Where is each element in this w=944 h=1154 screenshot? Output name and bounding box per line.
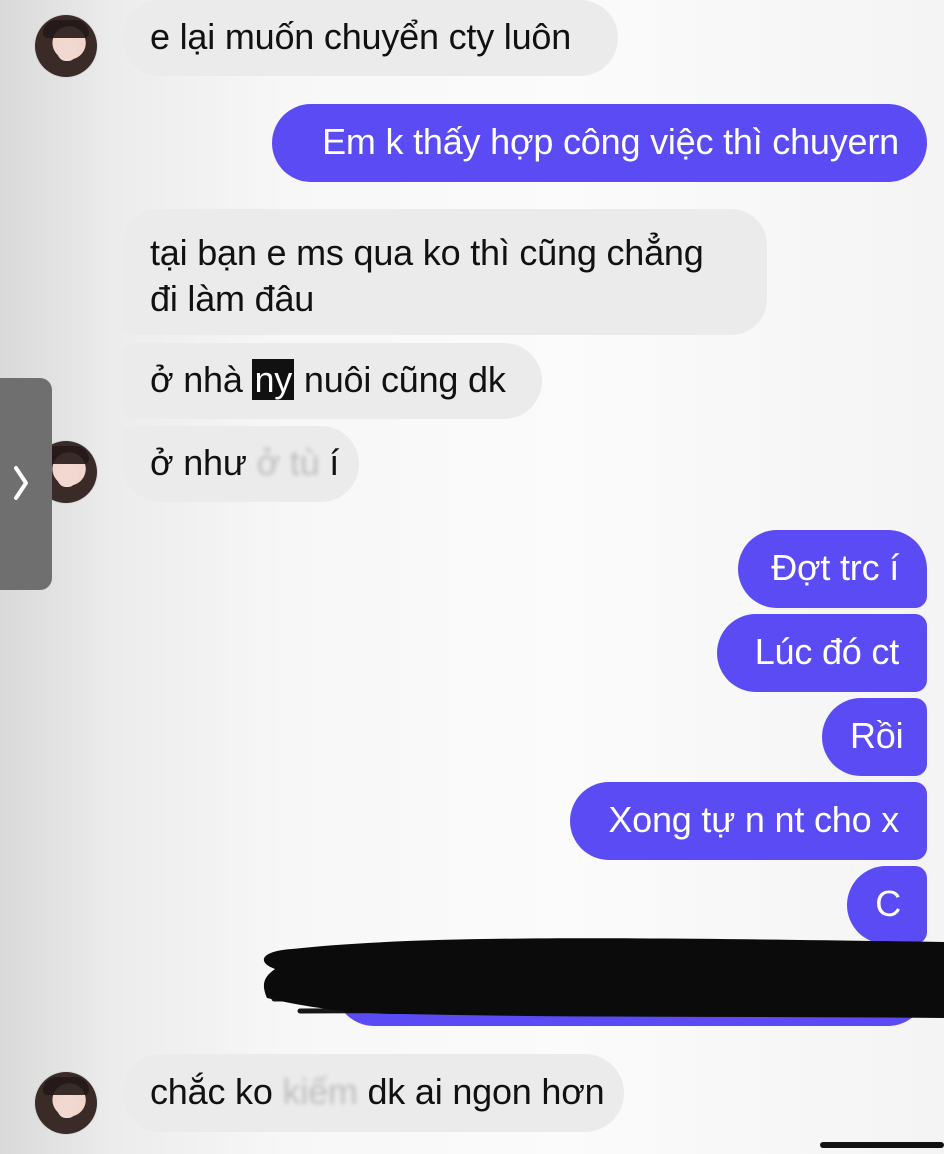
outgoing-message: Lúc đó ct [717, 614, 927, 692]
incoming-message: chắc ko kiếm dk ai ngon hơn [122, 1054, 624, 1132]
outgoing-message: C [847, 866, 927, 944]
message-text: C [875, 883, 901, 924]
avatar-photo [35, 15, 97, 77]
partial-redaction-line [820, 1142, 944, 1148]
incoming-message: ở như ở tù í [122, 426, 359, 502]
redacted-outgoing-message [335, 948, 927, 1026]
message-text: ở như [150, 442, 257, 483]
message-text: Xong tự n nt cho x [608, 799, 899, 840]
chat-thread: e lại muốn chuyển cty luôn Em k thấy hợp… [0, 0, 944, 1154]
message-text-line: đi làm đâu [150, 278, 315, 319]
outgoing-message: Xong tự n nt cho x [570, 782, 927, 860]
incoming-message: tại bạn e ms qua ko thì cũng chẳng đi là… [122, 209, 767, 335]
message-text: Em k thấy hợp công việc thì chuyern [322, 121, 899, 162]
incoming-message: e lại muốn chuyển cty luôn [122, 0, 618, 76]
message-text: Lúc đó ct [754, 631, 899, 672]
message-text: nuôi cũng dk [294, 359, 506, 400]
avatar-photo [35, 1072, 97, 1134]
message-text: dk ai ngon hơn [357, 1071, 605, 1112]
avatar [35, 1072, 97, 1134]
message-text: ở nhà [150, 359, 253, 400]
blurred-text: kiếm [282, 1071, 358, 1112]
blurred-text: ở tù [256, 442, 320, 483]
chevron-right-icon [14, 466, 28, 500]
message-text: chắc ko [150, 1071, 283, 1112]
avatar [35, 15, 97, 77]
message-text-line: tại bạn e ms qua ko thì cũng chẳng [150, 232, 704, 273]
message-text: Đợt trc í [771, 547, 899, 588]
outgoing-message: Rồi [822, 698, 927, 776]
message-text: Rồi [850, 715, 904, 756]
side-drawer-handle[interactable] [0, 378, 52, 590]
incoming-message: ở nhà ny nuôi cũng dk [122, 343, 542, 419]
highlighted-word: ny [252, 359, 295, 400]
outgoing-message: Đợt trc í [738, 530, 927, 608]
message-text: e lại muốn chuyển cty luôn [150, 16, 572, 57]
outgoing-message: Em k thấy hợp công việc thì chuyern [272, 104, 927, 182]
message-text: í [319, 442, 340, 483]
